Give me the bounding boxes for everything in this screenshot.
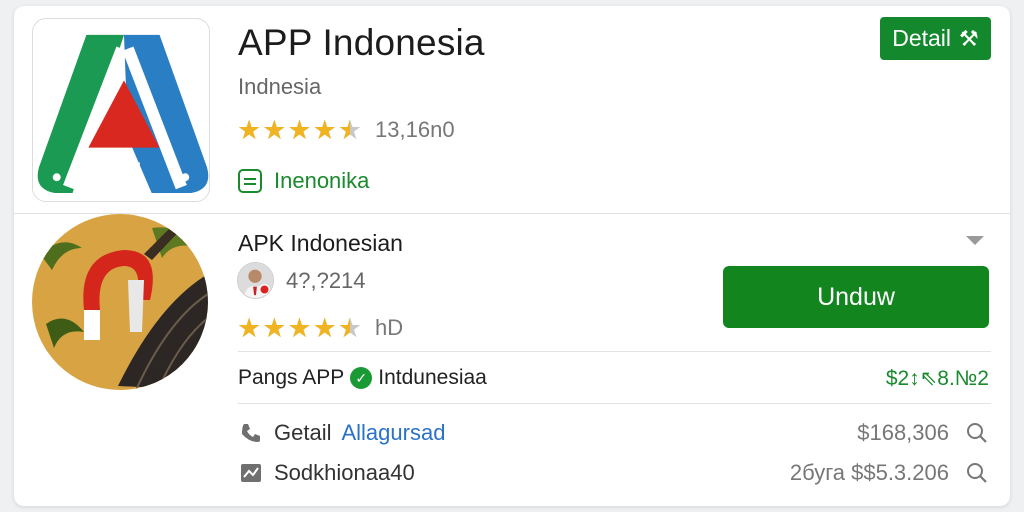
phone-icon: [238, 420, 264, 446]
apk-rating: ★★★★★ ★★★★★ hD: [237, 314, 403, 342]
search-icon[interactable]: [965, 461, 989, 485]
info-link[interactable]: Allagursad: [341, 420, 445, 446]
category-label: Inenonika: [274, 168, 370, 193]
apk-artwork-image[interactable]: [32, 214, 208, 390]
pangs-right-label: Intdunesiaa: [378, 366, 487, 389]
check-icon: ✓: [350, 367, 373, 389]
search-icon[interactable]: [965, 421, 989, 445]
rating-size: hD: [375, 315, 404, 340]
app-header-section: APP Indonesia Indnesia ★★★★★ ★★★★★ 13,16…: [14, 6, 1010, 214]
app-card: APP Indonesia Indnesia ★★★★★ ★★★★★ 13,16…: [14, 6, 1010, 506]
info-price: $168,306: [857, 420, 949, 445]
pangs-left-label: Pangs APP: [238, 366, 345, 389]
info-right-2: 2буга $$5.3.206: [790, 460, 989, 486]
hammer-icon: ⚒: [959, 25, 979, 51]
info-price: 2буга $$5.3.206: [789, 460, 949, 485]
info-label: Sodkhionaa40: [274, 460, 415, 485]
app-logo-icon[interactable]: [32, 18, 210, 202]
pangs-price: $2↕⇖8.№2: [885, 367, 989, 390]
info-row-sodkhionaa[interactable]: Sodkhionaa40: [238, 460, 415, 486]
developer-avatar[interactable]: [237, 262, 274, 299]
category-icon: [238, 169, 262, 193]
detail-button[interactable]: Detail ⚒: [880, 17, 991, 60]
info-row-getail[interactable]: Getail Allagursad: [238, 420, 445, 446]
star-rating-icon: ★★★★★ ★★★★★: [237, 313, 364, 343]
row-divider: [238, 351, 991, 352]
rating-count: 13,16n0: [375, 117, 455, 142]
detail-button-label: Detail: [892, 25, 952, 51]
developer-count: 4?,?214: [286, 267, 366, 293]
info-right-1: $168,306: [857, 420, 989, 446]
star-rating-icon: ★★★★★ ★★★★★: [237, 115, 364, 145]
chevron-down-icon[interactable]: [966, 236, 984, 245]
app-title: APP Indonesia: [238, 22, 485, 63]
download-button[interactable]: Unduw: [723, 266, 989, 328]
app-rating: ★★★★★ ★★★★★ 13,16n0: [237, 116, 455, 144]
pangs-row[interactable]: Pangs APP ✓ Intdunesiaa: [238, 366, 487, 390]
app-subtitle: Indnesia: [238, 74, 322, 99]
developer-row: 4?,?214: [237, 262, 366, 299]
info-label: Getail: [274, 420, 332, 445]
apk-title: APK Indonesian: [238, 230, 403, 256]
app-category[interactable]: Inenonika: [238, 168, 369, 194]
chart-icon: [238, 460, 264, 486]
section-divider: [14, 213, 1010, 214]
row-divider: [238, 403, 991, 404]
